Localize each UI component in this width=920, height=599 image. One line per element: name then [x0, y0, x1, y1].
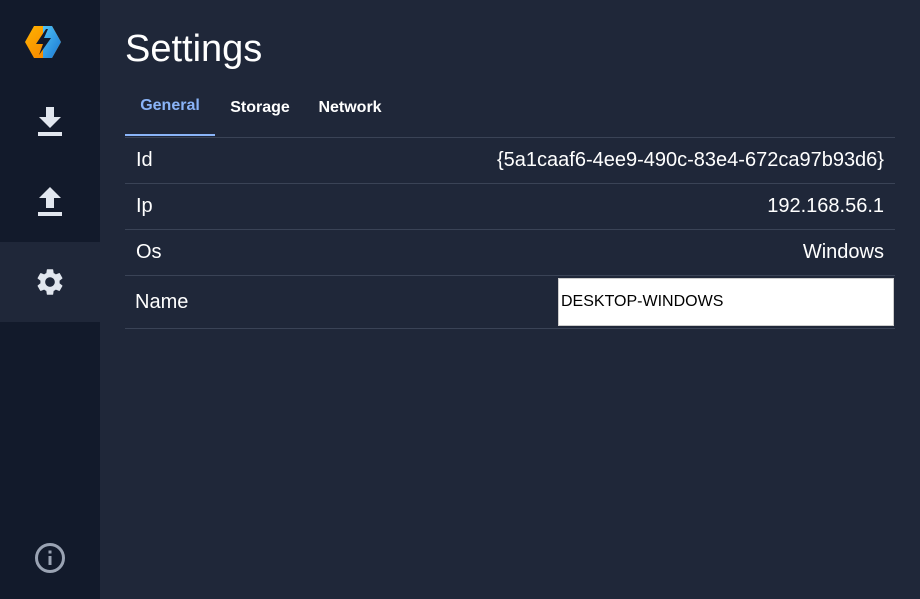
gear-icon — [34, 266, 66, 298]
download-icon — [37, 107, 63, 137]
name-input[interactable] — [558, 278, 894, 326]
table-row-os: Os Windows — [125, 230, 895, 276]
tab-storage[interactable]: Storage — [215, 88, 305, 136]
table-row-id: Id {5a1caaf6-4ee9-490c-83e4-672ca97b93d6… — [125, 138, 895, 184]
app-logo-icon — [24, 24, 62, 60]
tab-network[interactable]: Network — [305, 88, 395, 136]
general-settings-table: Id {5a1caaf6-4ee9-490c-83e4-672ca97b93d6… — [125, 137, 895, 329]
sidebar-item-settings[interactable] — [0, 242, 100, 322]
row-label-os: Os — [136, 241, 162, 263]
table-row-ip: Ip 192.168.56.1 — [125, 184, 895, 230]
upload-icon — [37, 187, 63, 217]
tab-bar: General Storage Network — [125, 88, 395, 136]
row-value-ip: 192.168.56.1 — [767, 195, 884, 217]
row-value-id: {5a1caaf6-4ee9-490c-83e4-672ca97b93d6} — [496, 149, 884, 171]
sidebar-item-upload[interactable] — [0, 162, 100, 242]
table-row-name: Name — [125, 276, 895, 329]
main-content: Settings General Storage Network Id {5a1… — [100, 0, 920, 599]
sidebar-item-info[interactable] — [0, 540, 100, 580]
row-label-name: Name — [135, 290, 189, 313]
sidebar — [0, 0, 100, 599]
tab-general[interactable]: General — [125, 88, 215, 136]
info-icon — [34, 542, 66, 579]
row-label-ip: Ip — [136, 195, 153, 217]
sidebar-item-download[interactable] — [0, 82, 100, 162]
row-label-id: Id — [136, 149, 153, 171]
page-title: Settings — [125, 28, 263, 70]
row-value-os: Windows — [802, 241, 884, 263]
